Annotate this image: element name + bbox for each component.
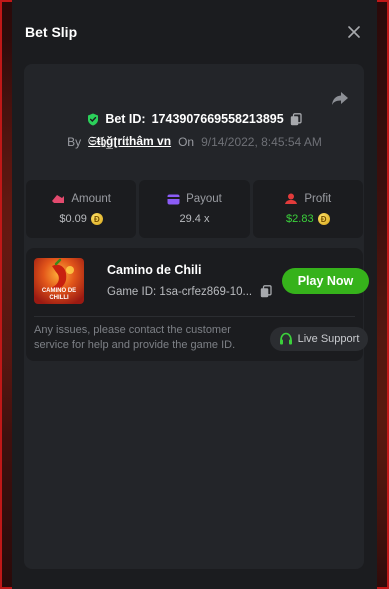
game-id-label: Game ID:	[107, 285, 157, 298]
play-now-button[interactable]: Play Now	[282, 268, 369, 294]
game-thumbnail[interactable]: CAMINO DE CHILLI	[34, 258, 84, 304]
share-icon	[332, 92, 348, 105]
game-card: CAMINO DE CHILLI Camino de Chili Game ID…	[26, 248, 369, 361]
bet-datetime: 9/14/2022, 8:45:54 AM	[201, 134, 322, 149]
shield-check-icon	[88, 113, 99, 125]
stats-row: Amount $0.09 Đ Payout 29.4 x Profit $2.8…	[26, 180, 363, 238]
game-id-text: Game ID: 1sa-crfez869-10...	[107, 286, 252, 298]
game-id-value: 1sa-crfez869-10...	[159, 285, 253, 298]
game-thumbnail-text: CAMINO DE CHILLI	[41, 288, 77, 301]
live-support-label: Live Support	[297, 333, 360, 345]
stat-profit-label-row: Profit	[284, 193, 331, 205]
stat-profit-value-row: $2.83 Đ	[286, 213, 330, 225]
payout-icon	[167, 194, 180, 204]
stat-payout-value-row: 29.4 x	[180, 213, 210, 225]
copy-icon	[260, 285, 272, 298]
bet-id-value: 1743907669558213895	[151, 112, 284, 126]
by-label: By	[67, 134, 82, 149]
coin-icon: Đ	[317, 213, 330, 225]
share-button[interactable]	[330, 88, 350, 108]
amount-icon	[52, 195, 65, 203]
support-message: Any issues, please contact the customer …	[34, 324, 236, 351]
coin-icon: Đ	[90, 213, 103, 225]
live-support-button[interactable]: Live Support	[270, 327, 368, 351]
headset-icon	[279, 332, 292, 345]
stat-profit-value: $2.83	[286, 213, 314, 225]
modal-header: Bet Slip	[12, 0, 377, 64]
copy-game-id-button[interactable]	[260, 285, 272, 298]
stat-payout-label-row: Payout	[167, 193, 222, 205]
username-link[interactable]: 𝔖ŧ𝔥̱ğ̲ʈrί𝔱hâm v̲n	[88, 134, 171, 149]
stat-profit-label: Profit	[304, 193, 332, 205]
close-button[interactable]	[345, 22, 363, 43]
stat-amount: Amount $0.09 Đ	[26, 180, 137, 238]
bet-id-row: Bet ID: 1743907669558213895	[12, 112, 377, 126]
bet-slip-modal: Bet Slip Bet ID: 1743907669558213895 By …	[12, 0, 377, 589]
bet-id-label: Bet ID:	[105, 112, 146, 126]
stat-payout-value: 29.4 x	[179, 213, 210, 225]
game-name: Camino de Chili	[107, 263, 202, 277]
stat-amount-label: Amount	[71, 193, 111, 205]
stat-amount-label-row: Amount	[51, 193, 111, 205]
stat-amount-value: $0.09	[59, 213, 87, 225]
copy-bet-id-button[interactable]	[290, 112, 302, 126]
stat-payout: Payout 29.4 x	[139, 180, 250, 238]
on-label: On	[178, 134, 195, 149]
divider	[34, 316, 355, 317]
game-id-row: Game ID: 1sa-crfez869-10...	[107, 285, 272, 298]
stat-payout-label: Payout	[186, 193, 222, 205]
close-icon	[348, 25, 360, 38]
bet-meta-row: By 𝔖ŧ𝔥̱ğ̲ʈrί𝔱hâm v̲n On 9/14/2022, 8:45:…	[12, 134, 377, 149]
modal-title: Bet Slip	[25, 24, 78, 40]
stat-profit: Profit $2.83 Đ	[252, 180, 363, 238]
stat-amount-value-row: $0.09 Đ	[59, 213, 103, 225]
copy-icon	[290, 112, 302, 125]
profit-icon	[285, 193, 298, 204]
